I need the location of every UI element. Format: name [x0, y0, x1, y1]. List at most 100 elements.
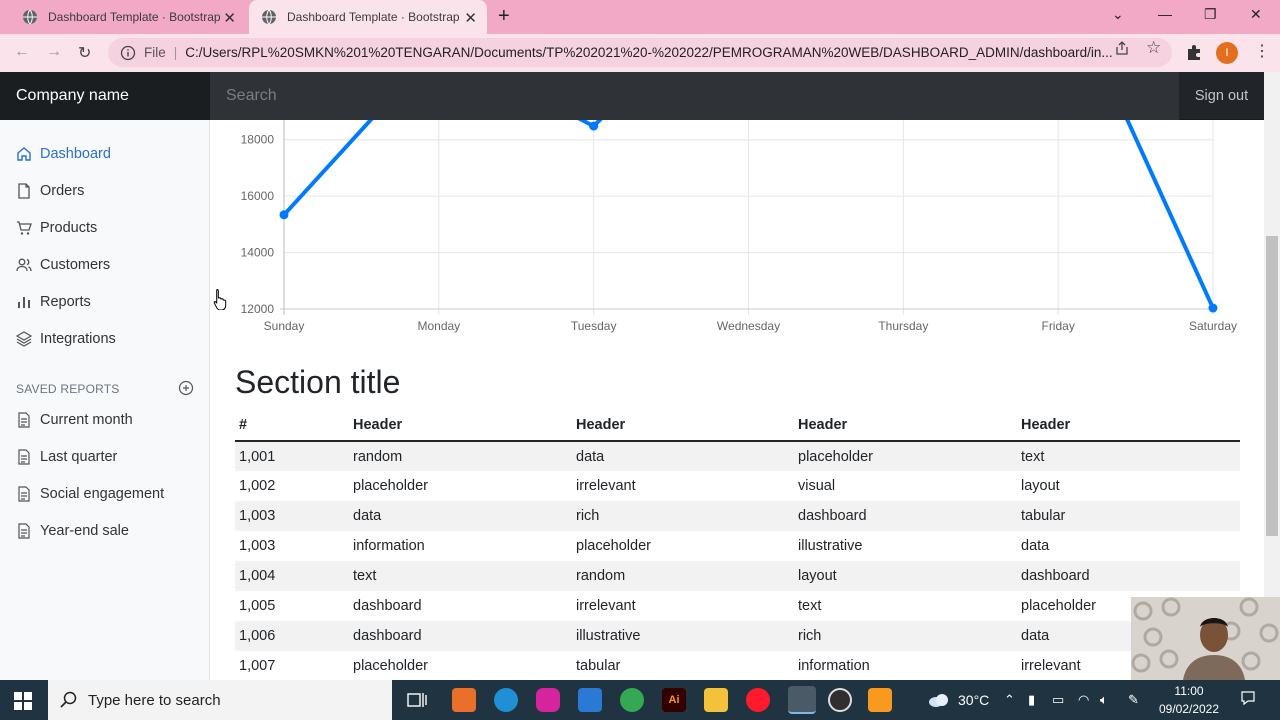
x-tick-label: Wednesday: [717, 319, 780, 333]
sidebar-item-label: Customers: [40, 257, 111, 273]
table-cell: data: [576, 448, 605, 465]
table-cell: placeholder: [353, 478, 428, 494]
browser-tab[interactable]: Dashboard Template · Bootstrap ✕: [10, 0, 246, 34]
clock-time[interactable]: 11:00: [1156, 684, 1222, 698]
extensions-icon[interactable]: [1186, 44, 1202, 60]
pen-icon[interactable]: ✎: [1128, 692, 1139, 708]
new-tab-icon[interactable]: +: [498, 5, 510, 28]
home-icon: [17, 147, 31, 161]
chevron-up-icon[interactable]: ⌃: [1004, 692, 1015, 708]
sidebar-item-integrations[interactable]: Integrations: [16, 326, 116, 352]
saved-report-label: Social engagement: [40, 486, 165, 502]
table-cell: 1,002: [239, 478, 276, 494]
brand-logo[interactable]: Company name: [0, 72, 210, 120]
table-cell: 1,007: [239, 658, 276, 674]
column-header: Header: [794, 410, 1017, 442]
saved-report-social-engagement[interactable]: Social engagement: [16, 481, 164, 507]
share-icon[interactable]: [1114, 40, 1130, 56]
url-text[interactable]: C:/Users/RPL%20SMKN%201%20TENGARAN/Docum…: [185, 45, 1115, 60]
profile-avatar[interactable]: I: [1216, 42, 1238, 64]
back-icon[interactable]: ←: [14, 43, 30, 61]
sidebar-item-label: Products: [40, 220, 98, 236]
hand-cursor-icon: [213, 288, 227, 310]
close-tab-icon[interactable]: ✕: [223, 9, 236, 27]
sublime-app-icon[interactable]: [868, 688, 892, 712]
close-tab-icon[interactable]: ✕: [464, 9, 477, 27]
table-row: 1,002 placeholder irrelevant visual layout: [235, 471, 1240, 501]
y-tick-label: 18000: [241, 133, 275, 147]
forward-icon[interactable]: →: [46, 43, 62, 61]
table-cell: dashboard: [798, 508, 867, 524]
mail-app-icon[interactable]: [578, 688, 602, 712]
opera-app-icon[interactable]: [746, 688, 770, 712]
table-cell: illustrative: [798, 538, 863, 554]
instagram-app-icon[interactable]: [536, 688, 560, 712]
table-cell: data: [1021, 538, 1050, 554]
file-explorer-app-icon[interactable]: [704, 688, 728, 712]
browser-menu-icon[interactable]: ⋮: [1254, 41, 1270, 61]
table-row: 1,006 dashboard illustrative rich data: [235, 621, 1240, 651]
table-cell: placeholder: [576, 538, 651, 554]
table-cell: 1,001: [239, 448, 276, 465]
weather-widget[interactable]: 30°C: [928, 692, 989, 708]
x-tick-label: Saturday: [1189, 319, 1237, 333]
office-app-icon[interactable]: [452, 688, 476, 712]
chrome-profile-app-icon[interactable]: [788, 686, 816, 714]
chrome-app-icon[interactable]: [620, 688, 644, 712]
table-cell: layout: [1021, 478, 1060, 494]
tab-search-chevron-icon[interactable]: ⌄: [1112, 6, 1124, 23]
saved-report-year-end-sale[interactable]: Year-end sale: [16, 518, 129, 544]
data-point: [1208, 303, 1218, 313]
taskbar-search-box[interactable]: Type here to search: [48, 680, 392, 720]
address-bar[interactable]: File | C:/Users/RPL%20SMKN%201%20TENGARA…: [108, 38, 1172, 67]
sign-out-link[interactable]: Sign out: [1179, 72, 1264, 120]
sidebar-item-customers[interactable]: Customers: [16, 252, 110, 278]
close-window-icon[interactable]: ✕: [1250, 6, 1262, 23]
obs-app-icon[interactable]: [828, 688, 852, 712]
task-view-icon[interactable]: [405, 688, 429, 712]
file-text-icon: [18, 523, 30, 539]
minimize-icon[interactable]: —: [1158, 6, 1172, 22]
add-report-icon[interactable]: [178, 380, 194, 396]
table-row: 1,003 information placeholder illustrative d…: [235, 531, 1240, 561]
sidebar-item-orders[interactable]: Orders: [16, 178, 84, 204]
browser-tab-bar: Dashboard Template · Bootstrap ✕ Dashboa…: [0, 0, 1280, 34]
bookmark-star-icon[interactable]: ☆: [1146, 38, 1161, 58]
browser-tab-active[interactable]: Dashboard Template · Bootstrap ✕: [249, 0, 487, 34]
saved-report-label: Year-end sale: [40, 523, 129, 539]
battery-icon[interactable]: ▭: [1052, 692, 1064, 708]
table-cell: text: [798, 598, 822, 614]
file-text-icon: [18, 449, 30, 465]
wifi-icon[interactable]: ◠: [1078, 692, 1089, 708]
volume-icon[interactable]: 🔈︎: [1100, 692, 1108, 708]
reload-icon[interactable]: ↻: [78, 43, 91, 63]
saved-report-label: Current month: [40, 412, 133, 428]
scrollbar-thumb[interactable]: [1266, 236, 1278, 536]
illustrator-app-icon[interactable]: Ai: [662, 688, 686, 712]
table-cell: rich: [798, 628, 822, 644]
restore-icon[interactable]: ❐: [1204, 6, 1217, 23]
table-cell: random: [576, 568, 626, 584]
sidebar-item-reports[interactable]: Reports: [16, 289, 91, 315]
search-input[interactable]: [210, 72, 1179, 120]
tab-title: Dashboard Template · Bootstrap: [287, 10, 460, 24]
notification-icon[interactable]: [1240, 690, 1256, 706]
info-icon[interactable]: [120, 45, 136, 61]
sidebar-item-label: Dashboard: [40, 146, 111, 162]
sidebar-item-products[interactable]: Products: [16, 215, 97, 241]
clock-date[interactable]: 09/02/2022: [1156, 702, 1222, 716]
globe-icon: [262, 9, 276, 25]
sidebar-item-dashboard[interactable]: Dashboard: [16, 141, 111, 167]
column-header: Header: [1017, 410, 1240, 442]
line-chart: 18000 16000 14000 12000 Sunday Monday Tuesday W…: [241, 120, 1237, 333]
saved-report-label: Last quarter: [40, 449, 118, 465]
saved-report-current-month[interactable]: Current month: [16, 407, 133, 433]
globe-icon: [23, 9, 37, 25]
windows-start-icon[interactable]: [14, 692, 32, 710]
microphone-icon[interactable]: ▮: [1028, 692, 1035, 708]
saved-report-last-quarter[interactable]: Last quarter: [16, 444, 117, 470]
edge-app-icon[interactable]: [494, 688, 518, 712]
webcam-person-image: [1131, 597, 1280, 680]
table-cell: dashboard: [353, 598, 422, 614]
table-cell: layout: [798, 568, 837, 584]
